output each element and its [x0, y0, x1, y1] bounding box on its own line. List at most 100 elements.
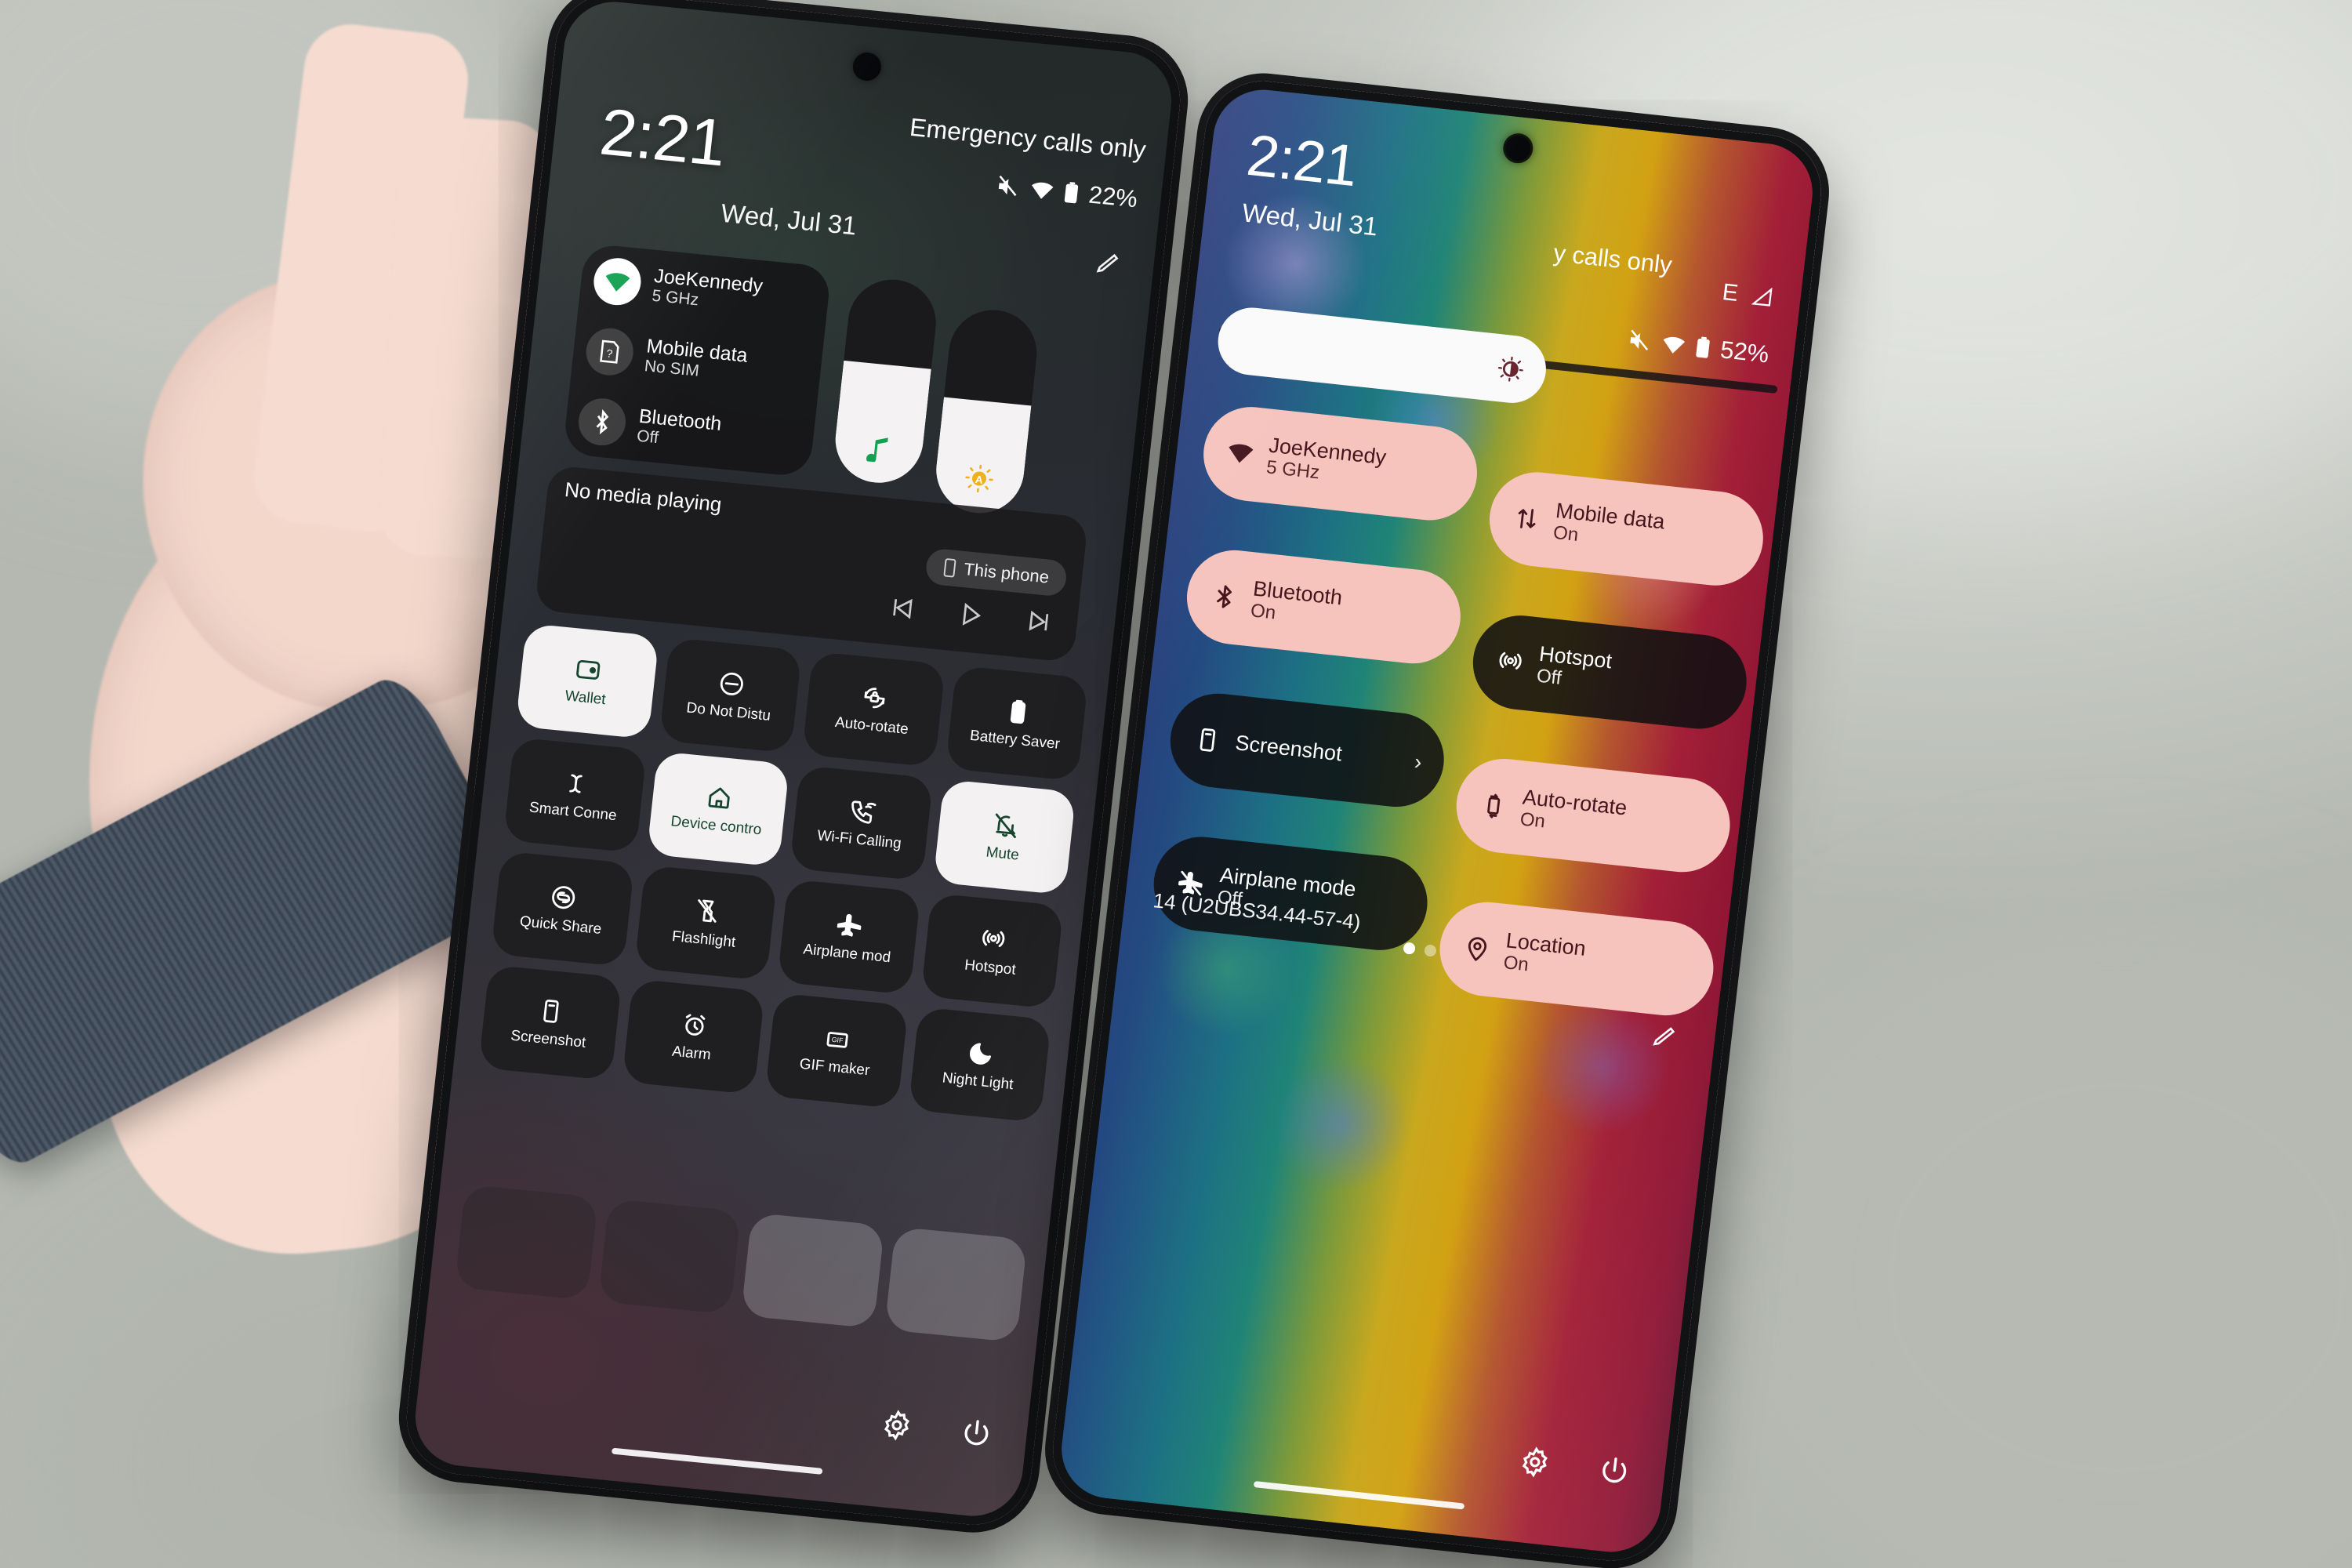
left-tile-label: Flashlight [671, 927, 737, 951]
pencil-edit-icon[interactable] [1651, 1021, 1681, 1050]
background-blur-2 [1725, 925, 2352, 1568]
brightness-icon [1496, 354, 1526, 383]
left-media-label: No media playing [563, 477, 724, 517]
wifi-calling-icon [848, 797, 878, 826]
skip-previous-icon[interactable] [887, 593, 918, 623]
left-tile-wi-fi-calling[interactable]: Wi-Fi Calling [789, 764, 933, 881]
right-tile-subtitle: On [1249, 599, 1277, 624]
left-tile-hotspot[interactable]: Hotspot [920, 892, 1064, 1009]
left-carrier-text: Emergency calls only [908, 112, 1148, 165]
wifi-icon [1029, 179, 1055, 201]
right-tile-subtitle: On [1502, 951, 1530, 976]
right-tile-text: Auto-rotate On [1519, 786, 1628, 841]
brightness-slider[interactable] [1214, 304, 1550, 407]
left-tile-flashlight[interactable]: Flashlight [633, 865, 778, 981]
left-quick-settings-grid[interactable]: Wallet Do Not Distu Auto-rotate Battery Sav… [478, 622, 1089, 1123]
front-camera-punch-hole [1504, 134, 1533, 162]
smart-connect-icon [561, 768, 591, 798]
mobile-data-icon [1512, 503, 1542, 533]
right-tile-hotspot[interactable]: Hotspot Off [1468, 611, 1752, 734]
right-tile-bluetooth[interactable]: Bluetooth On [1181, 545, 1466, 669]
left-tile-do-not-distu[interactable]: Do Not Distu [659, 637, 803, 753]
right-footer-actions [1518, 1445, 1632, 1488]
right-tile-auto-rotate[interactable]: Auto-rotate On [1451, 753, 1736, 877]
left-tile-label: Airplane mod [802, 940, 892, 966]
left-tile-alarm[interactable]: Alarm [621, 978, 765, 1095]
wifi-icon [591, 256, 644, 307]
pencil-edit-icon[interactable] [1094, 248, 1124, 277]
left-partial-tile [454, 1184, 598, 1301]
left-tile-label: Wallet [564, 687, 607, 708]
brightness-slider[interactable]: A [931, 306, 1042, 517]
power-icon[interactable] [1597, 1454, 1632, 1488]
left-tile-auto-rotate[interactable]: Auto-rotate [801, 651, 946, 768]
left-tile-screenshot[interactable]: Screenshot [478, 964, 622, 1081]
hotspot-icon [1495, 647, 1526, 677]
right-carrier-text: y calls only [1552, 238, 1674, 279]
left-tile-label: Device contro [670, 812, 763, 838]
left-tile-mute[interactable]: Mute [932, 779, 1076, 895]
front-camera-punch-hole [854, 53, 880, 80]
music-note-icon [865, 434, 893, 464]
right-tile-text: Screenshot [1234, 731, 1343, 766]
right-tile-text: JoeKennedy 5 GHz [1265, 434, 1388, 491]
brightness-slider-fill [931, 397, 1032, 517]
left-tile-device-contro[interactable]: Device contro [646, 751, 790, 867]
left-tile-airplane-mod[interactable]: Airplane mod [777, 879, 921, 995]
page-dot-active[interactable] [1403, 942, 1416, 955]
page-dot[interactable] [1424, 944, 1437, 957]
location-pin-icon [1462, 933, 1493, 963]
home-indicator[interactable] [611, 1447, 823, 1475]
chevron-right-icon[interactable]: › [1413, 750, 1423, 775]
right-tile-subtitle: Off [1535, 665, 1563, 689]
left-tile-label: Night Light [941, 1069, 1014, 1093]
left-quick-settings-grid-partial [454, 1184, 1028, 1343]
power-icon[interactable] [959, 1416, 993, 1450]
left-tile-quick-share[interactable]: Quick Share [490, 851, 634, 967]
right-tile-text: Location On [1502, 929, 1587, 982]
right-tile-location[interactable]: Location On [1435, 897, 1719, 1021]
flashlight-off-icon [691, 896, 722, 926]
svg-text:A: A [975, 474, 984, 486]
left-tile-wallet[interactable]: Wallet [515, 622, 659, 739]
left-connectivity-card[interactable]: JoeKennedy 5 GHz ? Mobile data No SIM Bl… [562, 242, 833, 478]
left-media-output-chip[interactable]: This phone [924, 547, 1069, 597]
home-icon [704, 782, 735, 812]
wallet-icon [573, 655, 604, 684]
right-tile-joekennedy[interactable]: JoeKennedy 5 GHz [1198, 402, 1483, 525]
screenshot-icon [1192, 724, 1223, 754]
left-tile-night-light[interactable]: Night Light [908, 1007, 1051, 1123]
hotspot-icon [978, 924, 1009, 954]
screenshot-icon [536, 996, 567, 1025]
left-tile-label: Screenshot [510, 1027, 587, 1051]
skip-next-icon[interactable] [1024, 606, 1055, 637]
gear-icon[interactable] [1518, 1445, 1552, 1479]
right-tile-text: Hotspot Off [1535, 642, 1613, 695]
wifi-icon [1226, 440, 1255, 466]
right-tile-screenshot[interactable]: Screenshot › [1165, 688, 1450, 812]
left-partial-tile [740, 1212, 884, 1329]
left-tile-label: Wi-Fi Calling [816, 827, 902, 852]
left-tile-label: GIF maker [798, 1055, 871, 1079]
right-tile-mobile-data[interactable]: Mobile data On [1484, 467, 1769, 590]
phone-icon [942, 558, 957, 578]
left-tile-gif-maker[interactable]: GIF GIF maker [764, 993, 909, 1109]
play-icon[interactable] [955, 600, 986, 630]
bluetooth-icon [575, 396, 629, 448]
volume-slider[interactable] [830, 275, 941, 487]
gear-icon[interactable] [880, 1408, 914, 1443]
left-tile-smart-conne[interactable]: Smart Conne [503, 737, 647, 853]
left-bluetooth-text: Bluetooth Off [636, 405, 723, 454]
right-phone-screen[interactable]: 2:21 Wed, Jul 31 y calls only E 52% JoeK… [1056, 85, 1818, 1557]
right-tile-text: Mobile data On [1552, 499, 1666, 555]
right-network-type: E [1721, 278, 1740, 307]
right-quick-settings-grid[interactable]: JoeKennedy 5 GHz Mobile data On Bluetooth On H… [1145, 402, 1772, 1021]
right-network-indicators: E [1721, 279, 1774, 311]
svg-text:?: ? [606, 347, 614, 361]
bell-off-icon [990, 811, 1021, 840]
left-wifi-text: JoeKennedy 5 GHz [651, 265, 764, 316]
home-indicator[interactable] [1253, 1480, 1465, 1510]
left-tile-battery-saver[interactable]: Battery Saver [945, 665, 1089, 782]
right-date: Wed, Jul 31 [1240, 198, 1380, 241]
rotate-lock-icon [859, 683, 890, 713]
